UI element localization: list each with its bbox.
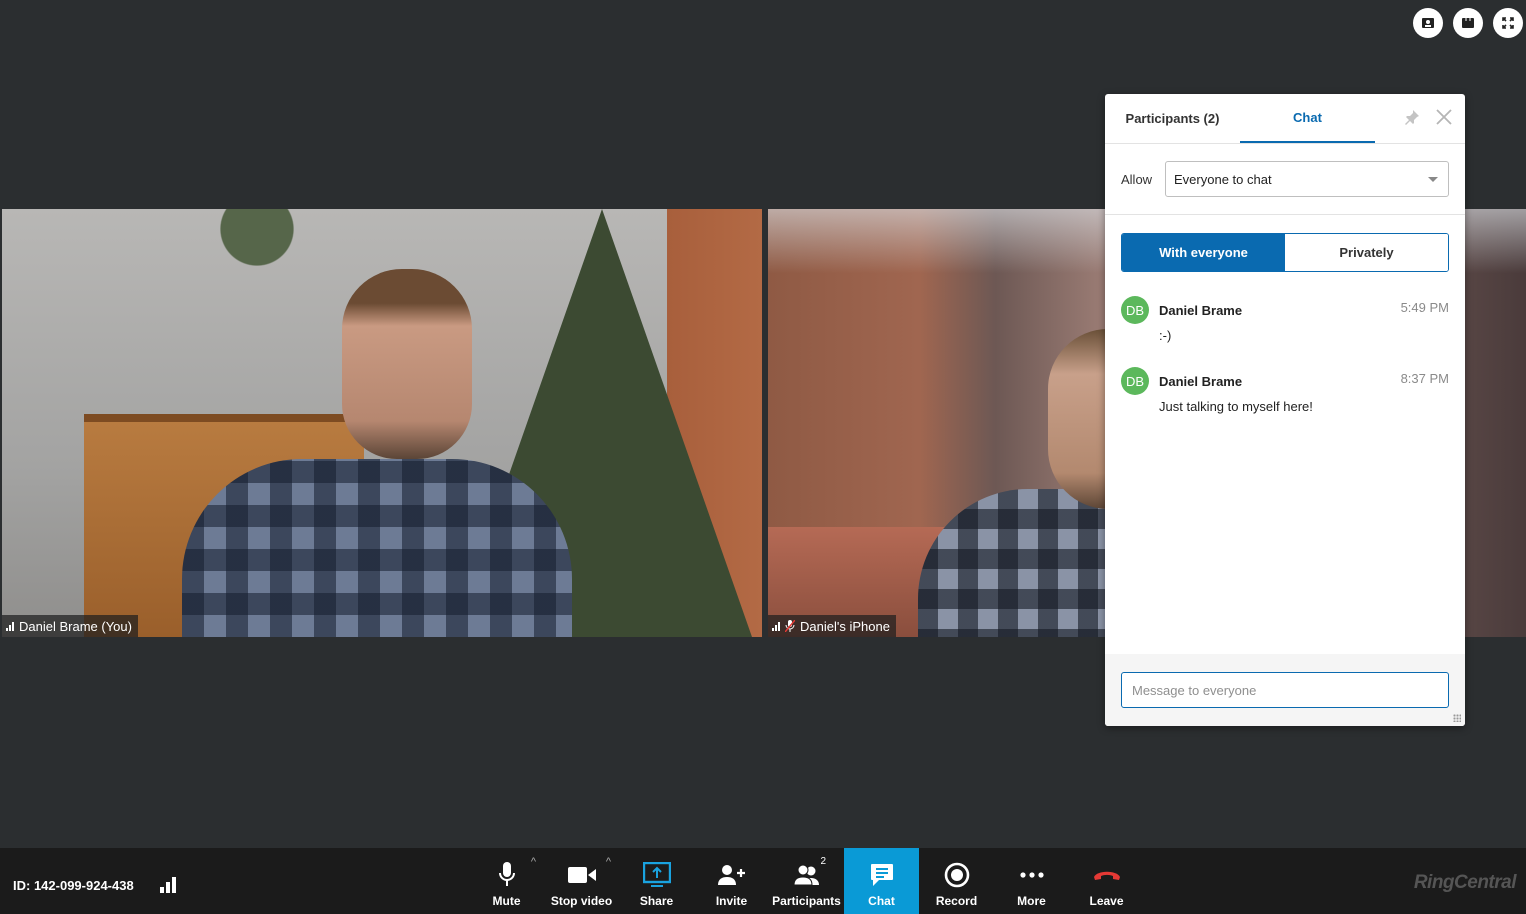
toolbar-buttons: ^ Mute ^ Stop video Share Invite 2 Parti… [469,848,1144,914]
participant-head [342,269,472,459]
record-button[interactable]: Record [919,848,994,914]
gallery-view-button[interactable] [1453,8,1483,38]
message-composer [1105,654,1465,726]
more-icon [1019,872,1044,878]
chat-icon [870,864,893,886]
speaker-view-button[interactable] [1413,8,1443,38]
microphone-icon [498,862,515,886]
panel-tabs: Participants (2) Chat [1105,94,1465,144]
avatar: DB [1121,296,1149,324]
close-icon [1436,109,1452,125]
chat-panel: Participants (2) Chat Allow Everyone to … [1105,94,1465,726]
stop-video-button[interactable]: ^ Stop video [544,848,619,914]
mute-label: Mute [492,894,521,908]
speaker-view-icon [1422,18,1434,28]
record-label: Record [935,894,978,908]
chat-message: DB Daniel Brame 5:49 PM :-) [1121,296,1449,343]
tab-participants[interactable]: Participants (2) [1105,94,1240,143]
fullscreen-icon [1502,17,1514,29]
gallery-view-icon [1462,18,1474,28]
fullscreen-button[interactable] [1493,8,1523,38]
menu-caret-icon[interactable]: ^ [606,856,611,868]
add-person-icon [717,865,745,885]
connection-quality[interactable] [160,877,176,898]
video-name-tag: Daniel Brame (You) [2,615,138,637]
allow-label: Allow [1121,171,1153,187]
message-text: Just talking to myself here! [1159,399,1313,414]
signal-bars-icon [160,877,176,893]
message-text: :-) [1159,328,1172,343]
muted-microphone-icon [785,620,795,632]
close-panel-button[interactable] [1435,108,1453,126]
leave-button[interactable]: Leave [1069,848,1144,914]
message-list: DB Daniel Brame 5:49 PM :-) DB Daniel Br… [1105,296,1465,414]
resize-handle[interactable] [1453,714,1461,722]
chat-message: DB Daniel Brame 8:37 PM Just talking to … [1121,367,1449,414]
chat-audience-toggle: With everyone Privately [1121,233,1449,272]
privately-button[interactable]: Privately [1285,234,1448,271]
participant-name: Daniel's iPhone [800,618,890,634]
participant-name: Daniel Brame (You) [19,618,132,634]
message-input[interactable] [1121,672,1449,708]
share-button[interactable]: Share [619,848,694,914]
signal-bars-icon [772,621,780,631]
signal-bars-icon [6,621,14,631]
chat-button[interactable]: Chat [844,848,919,914]
pin-icon [1405,110,1419,125]
leave-label: Leave [1089,894,1124,908]
video-name-tag: Daniel's iPhone [768,615,896,637]
avatar: DB [1121,367,1149,395]
hang-up-icon [1093,871,1120,880]
ringcentral-logo: RingCentral [1413,872,1517,893]
with-everyone-button[interactable]: With everyone [1122,234,1285,271]
chat-permission-select[interactable]: Everyone to chat [1165,161,1449,197]
view-controls [1413,8,1523,38]
menu-caret-icon[interactable]: ^ [531,856,536,868]
video-camera-icon [567,867,596,883]
panel-actions [1403,108,1453,126]
participant-count-badge: 2 [820,856,826,867]
stop-video-label: Stop video [550,894,613,908]
share-label: Share [639,894,674,908]
participants-icon [792,864,819,886]
message-sender: Daniel Brame [1159,302,1243,318]
more-label: More [1017,894,1046,908]
chat-permission-value: Everyone to chat [1174,171,1272,187]
tab-chat[interactable]: Chat [1240,94,1375,143]
mute-button[interactable]: ^ Mute [469,848,544,914]
message-sender: Daniel Brame [1159,373,1243,389]
message-time: 5:49 PM [1400,300,1449,315]
video-tile-self[interactable]: Daniel Brame (You) [2,209,762,637]
share-screen-icon [642,862,671,887]
participant-body [182,459,572,637]
chat-permission-row: Allow Everyone to chat [1105,144,1465,215]
chevron-down-icon [1428,176,1438,182]
record-icon [944,862,969,888]
meeting-toolbar: ID: 142-099-924-438 ^ Mute ^ Stop video … [0,848,1526,914]
pin-button[interactable] [1403,108,1421,126]
message-time: 8:37 PM [1400,371,1449,386]
meeting-id: ID: 142-099-924-438 [13,878,134,893]
participants-label: Participants [772,894,841,908]
chat-label: Chat [868,894,895,908]
participants-button[interactable]: 2 Participants [769,848,844,914]
more-button[interactable]: More [994,848,1069,914]
invite-button[interactable]: Invite [694,848,769,914]
invite-label: Invite [715,894,748,908]
